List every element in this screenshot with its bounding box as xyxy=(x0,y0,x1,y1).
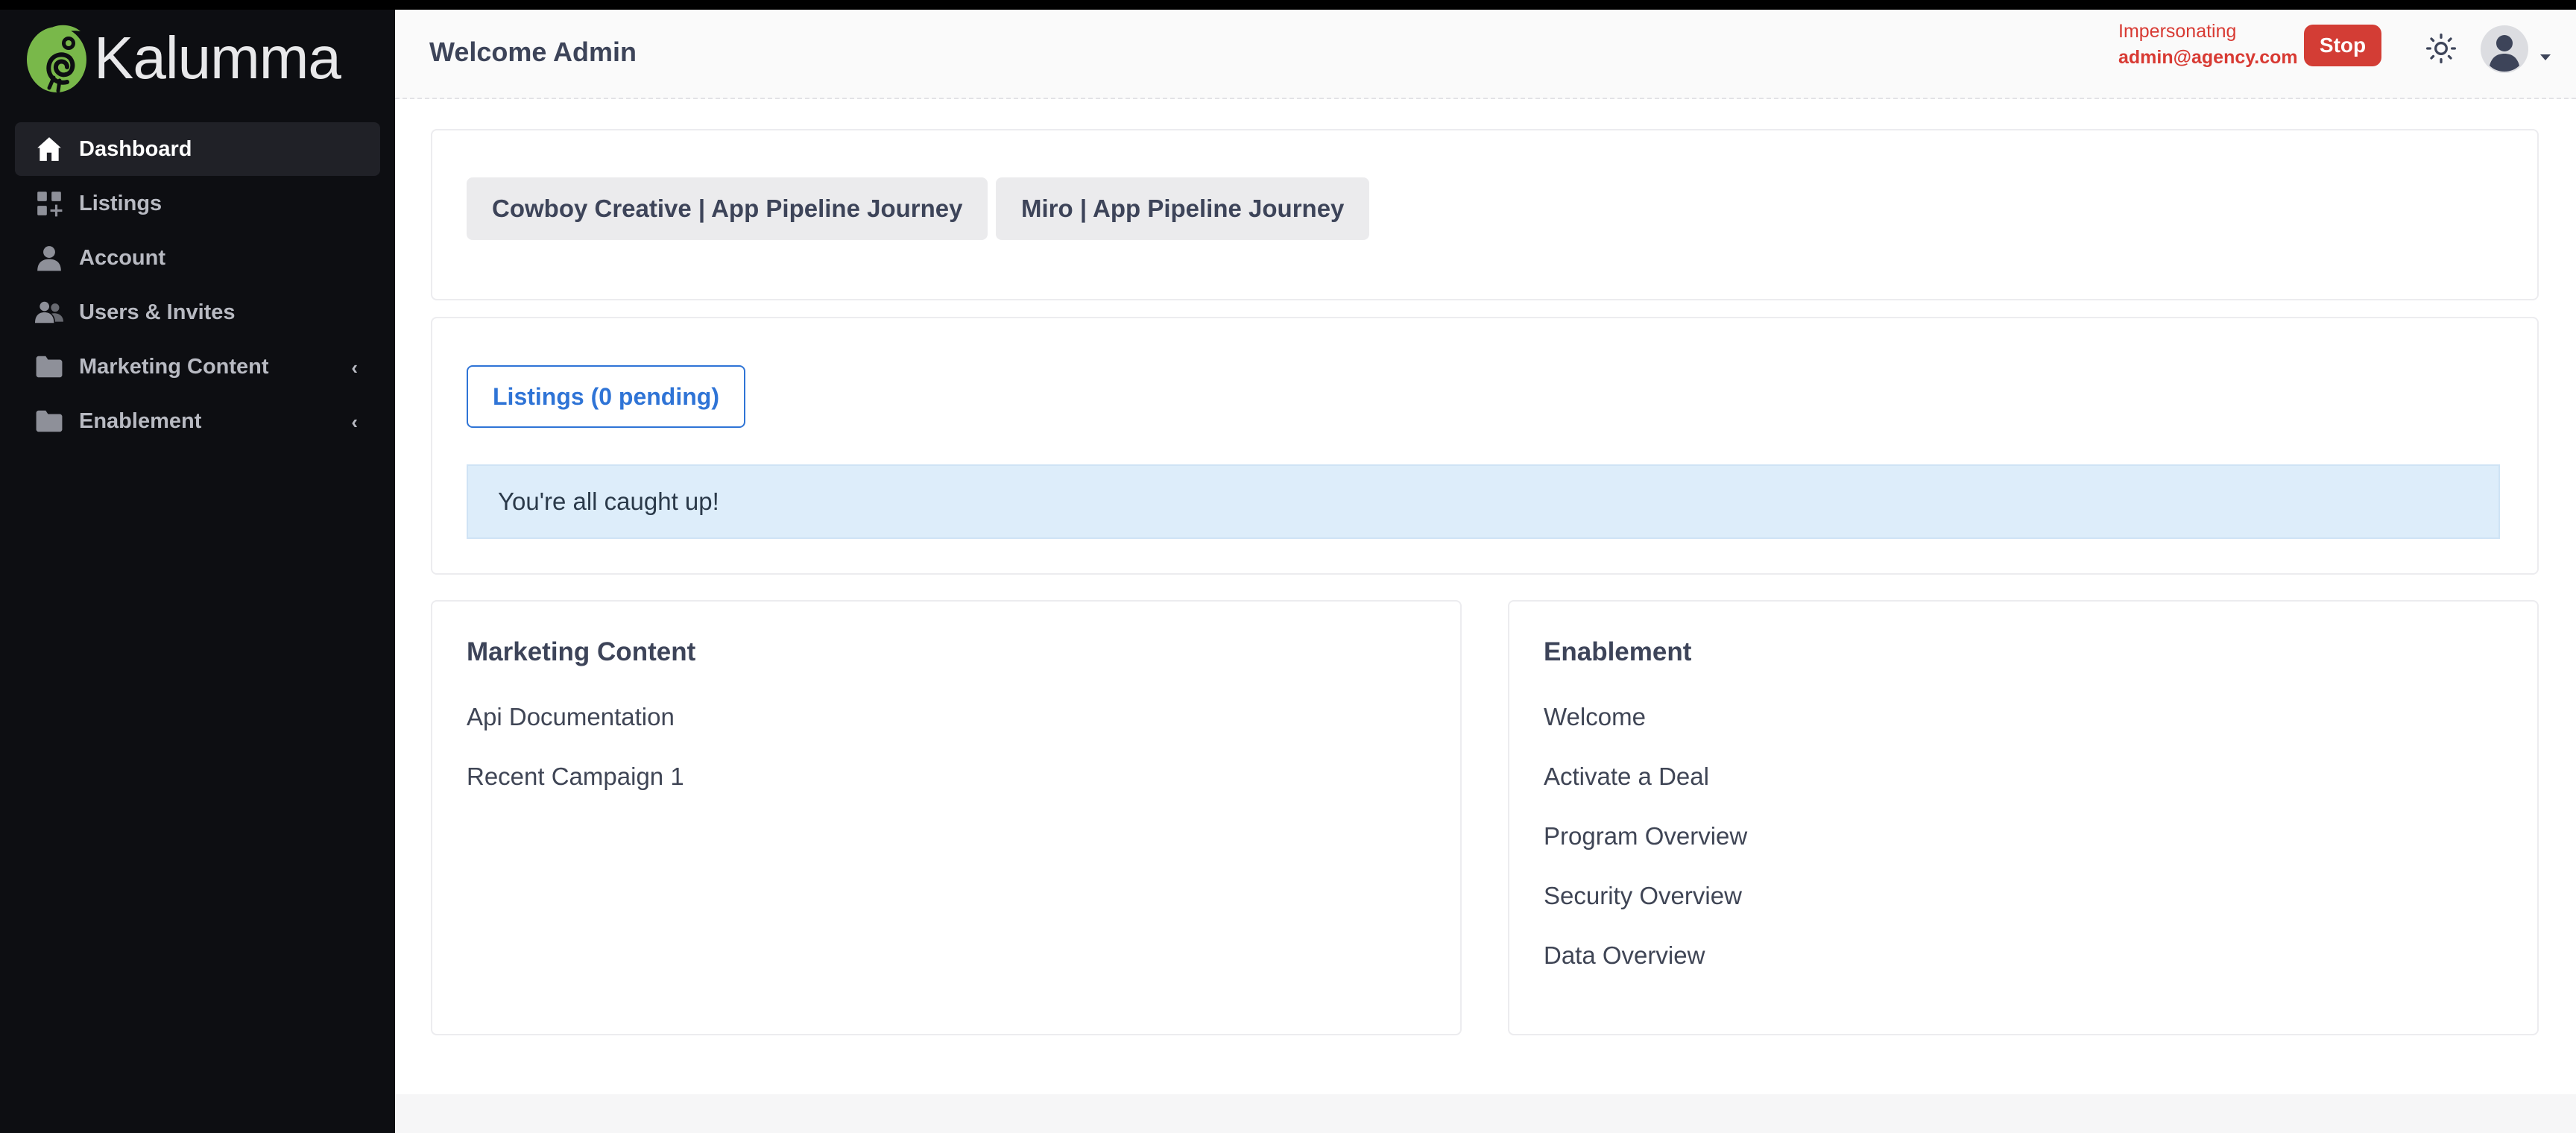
person-icon xyxy=(34,243,64,273)
status-message: You're all caught up! xyxy=(467,464,2500,539)
sidebar-item-label: Users & Invites xyxy=(79,300,236,324)
sun-icon[interactable] xyxy=(2425,32,2457,65)
sidebar-item-users-invites[interactable]: Users & Invites xyxy=(15,285,380,339)
sidebar-item-enablement[interactable]: Enablement ‹ xyxy=(15,394,380,448)
journey-button-cowboy-creative[interactable]: Cowboy Creative | App Pipeline Journey xyxy=(467,177,988,240)
impersonation-notice: Impersonating admin@agency.com xyxy=(2118,19,2298,71)
journey-button-miro[interactable]: Miro | App Pipeline Journey xyxy=(996,177,1370,240)
journeys-card: Cowboy Creative | App Pipeline Journey M… xyxy=(431,129,2539,300)
sidebar: Kalumma Dashboard Listings Account Users… xyxy=(0,10,395,1133)
sidebar-item-dashboard[interactable]: Dashboard xyxy=(15,122,380,176)
page-title: Welcome Admin xyxy=(429,37,637,67)
sidebar-item-label: Account xyxy=(79,245,165,270)
list-item[interactable]: Welcome xyxy=(1544,702,1747,762)
impersonating-email: admin@agency.com xyxy=(2118,47,2298,68)
sidebar-item-label: Enablement xyxy=(79,408,202,433)
listings-card: Listings (0 pending) You're all caught u… xyxy=(431,317,2539,575)
list-item[interactable]: Recent Campaign 1 xyxy=(467,762,684,821)
list-item[interactable]: Program Overview xyxy=(1544,821,1747,881)
sidebar-nav: Dashboard Listings Account Users & Invit… xyxy=(15,122,380,449)
home-icon xyxy=(34,134,64,164)
list-item[interactable]: Data Overview xyxy=(1544,941,1747,1000)
chameleon-logo-icon xyxy=(27,25,86,93)
folder-icon xyxy=(34,406,64,436)
users-icon xyxy=(34,297,64,327)
grid-plus-icon xyxy=(34,189,64,218)
marketing-content-card: Marketing Content Api Documentation Rece… xyxy=(431,600,1462,1035)
marketing-content-list: Api Documentation Recent Campaign 1 xyxy=(467,702,684,821)
sidebar-item-label: Dashboard xyxy=(79,136,192,161)
sidebar-item-marketing-content[interactable]: Marketing Content ‹ xyxy=(15,340,380,394)
list-item[interactable]: Security Overview xyxy=(1544,881,1747,941)
caret-down-icon[interactable] xyxy=(2540,54,2551,60)
impersonating-label: Impersonating xyxy=(2118,21,2237,42)
sidebar-item-account[interactable]: Account xyxy=(15,231,380,285)
sidebar-item-label: Marketing Content xyxy=(79,354,269,379)
list-item[interactable]: Api Documentation xyxy=(467,702,684,762)
sidebar-item-label: Listings xyxy=(79,191,162,215)
window-top-strip xyxy=(0,0,2576,10)
dashboard-content: Cowboy Creative | App Pipeline Journey M… xyxy=(395,99,2576,1104)
list-item[interactable]: Activate a Deal xyxy=(1544,762,1747,821)
user-avatar-icon[interactable] xyxy=(2480,25,2529,74)
card-title: Marketing Content xyxy=(467,637,696,666)
folder-icon xyxy=(34,352,64,382)
chevron-left-icon: ‹ xyxy=(351,411,358,433)
chevron-left-icon: ‹ xyxy=(351,356,358,379)
footer-strip xyxy=(395,1094,2576,1133)
brand-logo[interactable]: Kalumma xyxy=(24,17,341,99)
enablement-list: Welcome Activate a Deal Program Overview… xyxy=(1544,702,1747,1000)
brand-name: Kalumma xyxy=(94,25,341,91)
listings-pending-button[interactable]: Listings (0 pending) xyxy=(467,365,745,428)
main-area: Welcome Admin Impersonating admin@agency… xyxy=(395,10,2576,1133)
card-title: Enablement xyxy=(1544,637,1692,666)
enablement-card: Enablement Welcome Activate a Deal Progr… xyxy=(1508,600,2539,1035)
top-header: Welcome Admin Impersonating admin@agency… xyxy=(395,10,2576,99)
stop-impersonating-button[interactable]: Stop xyxy=(2304,25,2381,66)
sidebar-item-listings[interactable]: Listings xyxy=(15,177,380,230)
